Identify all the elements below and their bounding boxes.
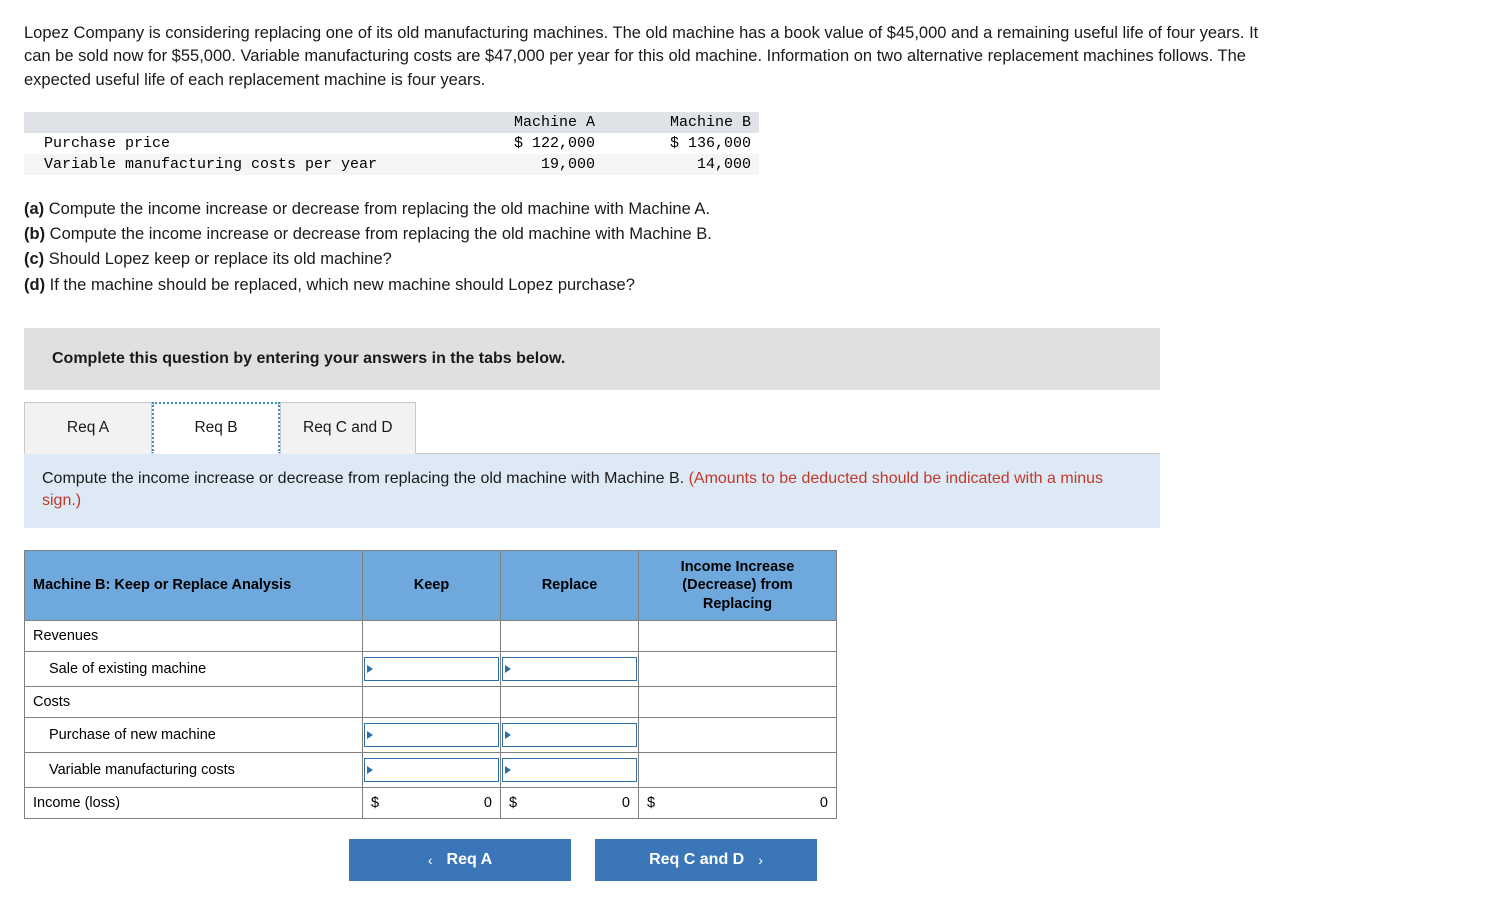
worksheet-row-costs: Costs (24, 685, 837, 718)
purchase-of-new-machine-replace-cell[interactable] (500, 716, 639, 753)
worksheet-row-income-loss: Income (loss) $ 0 $ 0 $ 0 (24, 786, 837, 819)
revenues-income-cell (638, 619, 837, 652)
tab-req-c-and-d[interactable]: Req C and D (280, 401, 416, 454)
variable-manufacturing-costs-replace-cell[interactable] (500, 751, 639, 788)
variable-manufacturing-costs-keep-cell[interactable] (362, 751, 501, 788)
worksheet-header-row: Machine B: Keep or Replace Analysis Keep… (24, 550, 837, 621)
sale-of-existing-machine-replace-input[interactable] (502, 656, 637, 681)
row-label-revenues: Revenues (24, 619, 363, 652)
requirement-a-text: Compute the income increase or decrease … (48, 200, 711, 219)
machine-data-table: Machine A Machine B Purchase price $ 122… (24, 112, 759, 176)
problem-statement: Lopez Company is considering replacing o… (24, 24, 1259, 89)
table-row: Variable manufacturing costs per year 19… (24, 154, 759, 176)
variable-costs-machine-b: 14,000 (603, 154, 759, 176)
requirements-list: (a) Compute the income increase or decre… (24, 197, 1464, 297)
requirement-a: (a) Compute the income increase or decre… (24, 197, 1464, 222)
revenues-replace-cell (500, 619, 639, 652)
row-label-variable-manufacturing-costs: Variable manufacturing costs (24, 751, 363, 788)
tab-instruction-main: Compute the income increase or decrease … (42, 469, 685, 487)
chevron-right-icon: › (758, 851, 763, 868)
worksheet-table: Machine B: Keep or Replace Analysis Keep… (24, 550, 837, 819)
income-loss-replace-symbol: $ (509, 794, 518, 811)
income-loss-replace-value: 0 (621, 794, 630, 811)
prev-req-a-button[interactable]: ‹ Req A (349, 838, 571, 881)
costs-keep-cell (362, 685, 501, 718)
requirement-b-text: Compute the income increase or decrease … (49, 225, 712, 244)
worksheet-header-replace: Replace (500, 550, 639, 621)
purchase-of-new-machine-income-cell (638, 716, 837, 753)
sale-of-existing-machine-keep-input[interactable] (364, 656, 499, 681)
worksheet-row-sale-of-existing-machine: Sale of existing machine (24, 650, 837, 687)
variable-costs-machine-a: 19,000 (447, 154, 603, 176)
purchase-of-new-machine-keep-cell[interactable] (362, 716, 501, 753)
requirement-d-text: If the machine should be replaced, which… (49, 275, 635, 294)
requirement-d: (d) If the machine should be replaced, w… (24, 273, 1464, 298)
header-blank (24, 112, 447, 134)
row-label-income-loss: Income (loss) (24, 786, 363, 819)
purchase-price-machine-b: $ 136,000 (669, 135, 751, 153)
sale-of-existing-machine-keep-cell[interactable] (362, 650, 501, 687)
variable-manufacturing-costs-replace-input[interactable] (502, 757, 637, 782)
requirement-c-letter: (c) (24, 250, 45, 269)
header-machine-b: Machine B (603, 112, 759, 134)
income-loss-keep-cell: $ 0 (362, 786, 501, 819)
header-machine-a: Machine A (447, 112, 603, 134)
requirement-b: (b) Compute the income increase or decre… (24, 222, 1464, 247)
income-loss-income-value: 0 (819, 794, 828, 811)
prev-req-a-label: Req A (446, 850, 493, 868)
requirement-d-letter: (d) (24, 275, 46, 294)
requirement-c: (c) Should Lopez keep or replace its old… (24, 247, 1464, 272)
tab-instruction: Compute the income increase or decrease … (24, 453, 1160, 529)
row-label-costs: Costs (24, 685, 363, 718)
revenues-keep-cell (362, 619, 501, 652)
row-label-variable-costs: Variable manufacturing costs per year (24, 154, 447, 176)
worksheet-row-purchase-of-new-machine: Purchase of new machine (24, 716, 837, 753)
row-label-sale-of-existing-machine: Sale of existing machine (24, 650, 363, 687)
costs-income-cell (638, 685, 837, 718)
costs-replace-cell (500, 685, 639, 718)
purchase-of-new-machine-replace-input[interactable] (502, 722, 637, 747)
tab-bar: Req A Req B Req C and D (24, 401, 1160, 454)
page-container: Lopez Company is considering replacing o… (0, 0, 1488, 881)
tab-req-a[interactable]: Req A (24, 401, 152, 454)
tab-req-b[interactable]: Req B (152, 401, 280, 454)
income-loss-income-symbol: $ (647, 794, 656, 811)
worksheet-header-income-increase: Income Increase (Decrease) from Replacin… (638, 550, 837, 621)
row-label-purchase-price: Purchase price (44, 135, 171, 153)
income-loss-replace-cell: $ 0 (500, 786, 639, 819)
requirement-c-text: Should Lopez keep or replace its old mac… (48, 250, 392, 269)
sale-of-existing-machine-income-cell (638, 650, 837, 687)
variable-manufacturing-costs-keep-input[interactable] (364, 757, 499, 782)
worksheet-row-variable-manufacturing-costs: Variable manufacturing costs (24, 751, 837, 788)
requirement-b-letter: (b) (24, 225, 46, 244)
instructions-banner: Complete this question by entering your … (24, 327, 1160, 390)
table-row: Purchase price $ 122,000 $ 136,000 (24, 133, 759, 154)
next-req-c-and-d-label: Req C and D (649, 850, 745, 868)
worksheet-header-keep: Keep (362, 550, 501, 621)
next-req-c-and-d-button[interactable]: Req C and D › (595, 838, 817, 881)
sale-of-existing-machine-replace-cell[interactable] (500, 650, 639, 687)
income-loss-keep-value: 0 (483, 794, 492, 811)
income-loss-income-cell: $ 0 (638, 786, 837, 819)
chevron-left-icon: ‹ (427, 851, 433, 868)
variable-manufacturing-costs-income-cell (638, 751, 837, 788)
navigation-buttons: ‹ Req A Req C and D › (349, 838, 1464, 881)
requirement-a-letter: (a) (24, 200, 45, 219)
purchase-of-new-machine-keep-input[interactable] (364, 722, 499, 747)
row-label-purchase-of-new-machine: Purchase of new machine (24, 716, 363, 753)
income-loss-keep-symbol: $ (371, 794, 380, 811)
table-header-row: Machine A Machine B (24, 112, 759, 134)
worksheet-header-analysis: Machine B: Keep or Replace Analysis (24, 550, 363, 621)
purchase-price-machine-a: $ 122,000 (513, 135, 595, 153)
worksheet-row-revenues: Revenues (24, 619, 837, 652)
